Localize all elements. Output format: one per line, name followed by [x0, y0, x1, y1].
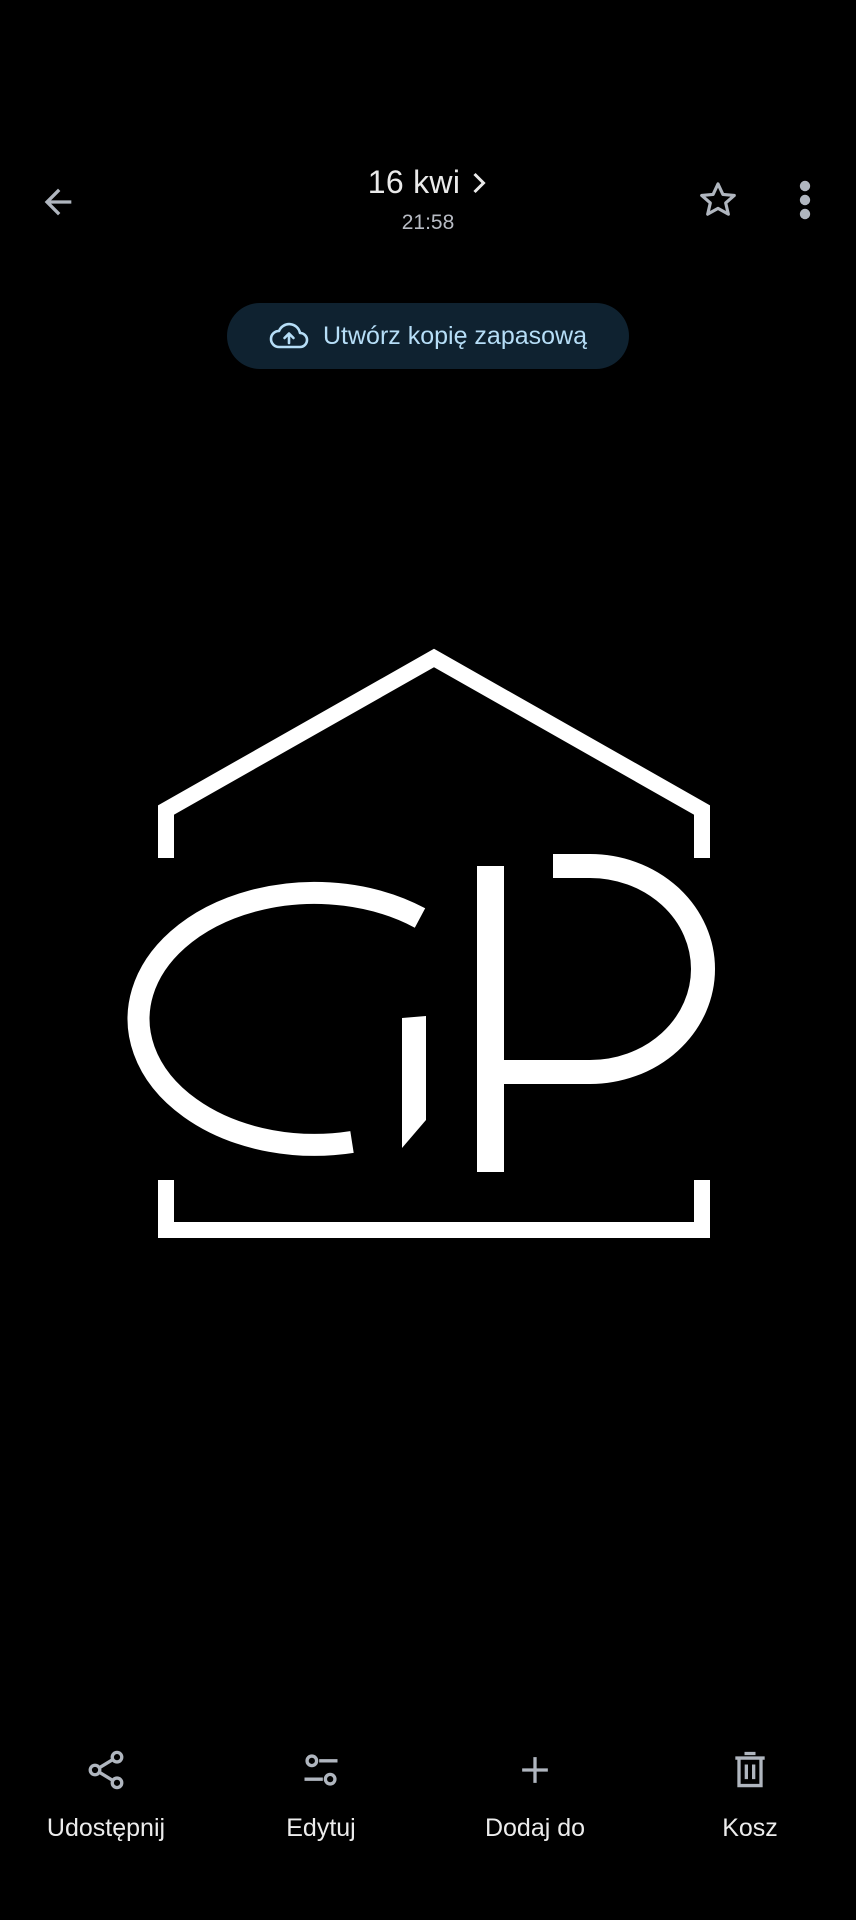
top-bar: 16 kwi 21:58 — [0, 150, 856, 260]
bottom-action-bar: Udostępnij Edytuj Dodaj do Kosz — [0, 1740, 856, 1860]
chevron-right-icon — [470, 171, 488, 195]
plus-icon — [522, 1757, 548, 1783]
edit-button[interactable]: Edytuj — [221, 1740, 421, 1843]
star-outline-icon — [700, 182, 736, 216]
backup-button[interactable]: Utwórz kopię zapasową — [227, 303, 629, 369]
tune-icon — [304, 1754, 338, 1786]
trash-label: Kosz — [722, 1814, 778, 1842]
more-vert-icon — [799, 180, 811, 220]
add-to-button[interactable]: Dodaj do — [435, 1740, 635, 1843]
more-options-button[interactable] — [780, 172, 830, 228]
share-label: Udostępnij — [46, 1814, 166, 1842]
backup-label: Utwórz kopię zapasową — [322, 321, 587, 350]
trash-button[interactable]: Kosz — [650, 1740, 850, 1843]
photo-viewer-screen: 16 kwi 21:58 Utwórz kopię zapasową Udost… — [0, 0, 856, 1920]
trash-icon — [735, 1751, 765, 1788]
add-to-label: Dodaj do — [484, 1814, 586, 1842]
photo-date: 16 kwi — [367, 164, 461, 200]
photo-content[interactable] — [0, 400, 856, 1700]
cloud-upload-icon — [269, 322, 309, 349]
date-details-link[interactable]: 16 kwi — [368, 164, 489, 201]
favorite-button[interactable] — [690, 172, 746, 228]
gp-house-logo — [127, 648, 715, 1238]
share-icon — [88, 1750, 124, 1790]
share-button[interactable]: Udostępnij — [6, 1740, 206, 1843]
edit-label: Edytuj — [286, 1814, 356, 1842]
